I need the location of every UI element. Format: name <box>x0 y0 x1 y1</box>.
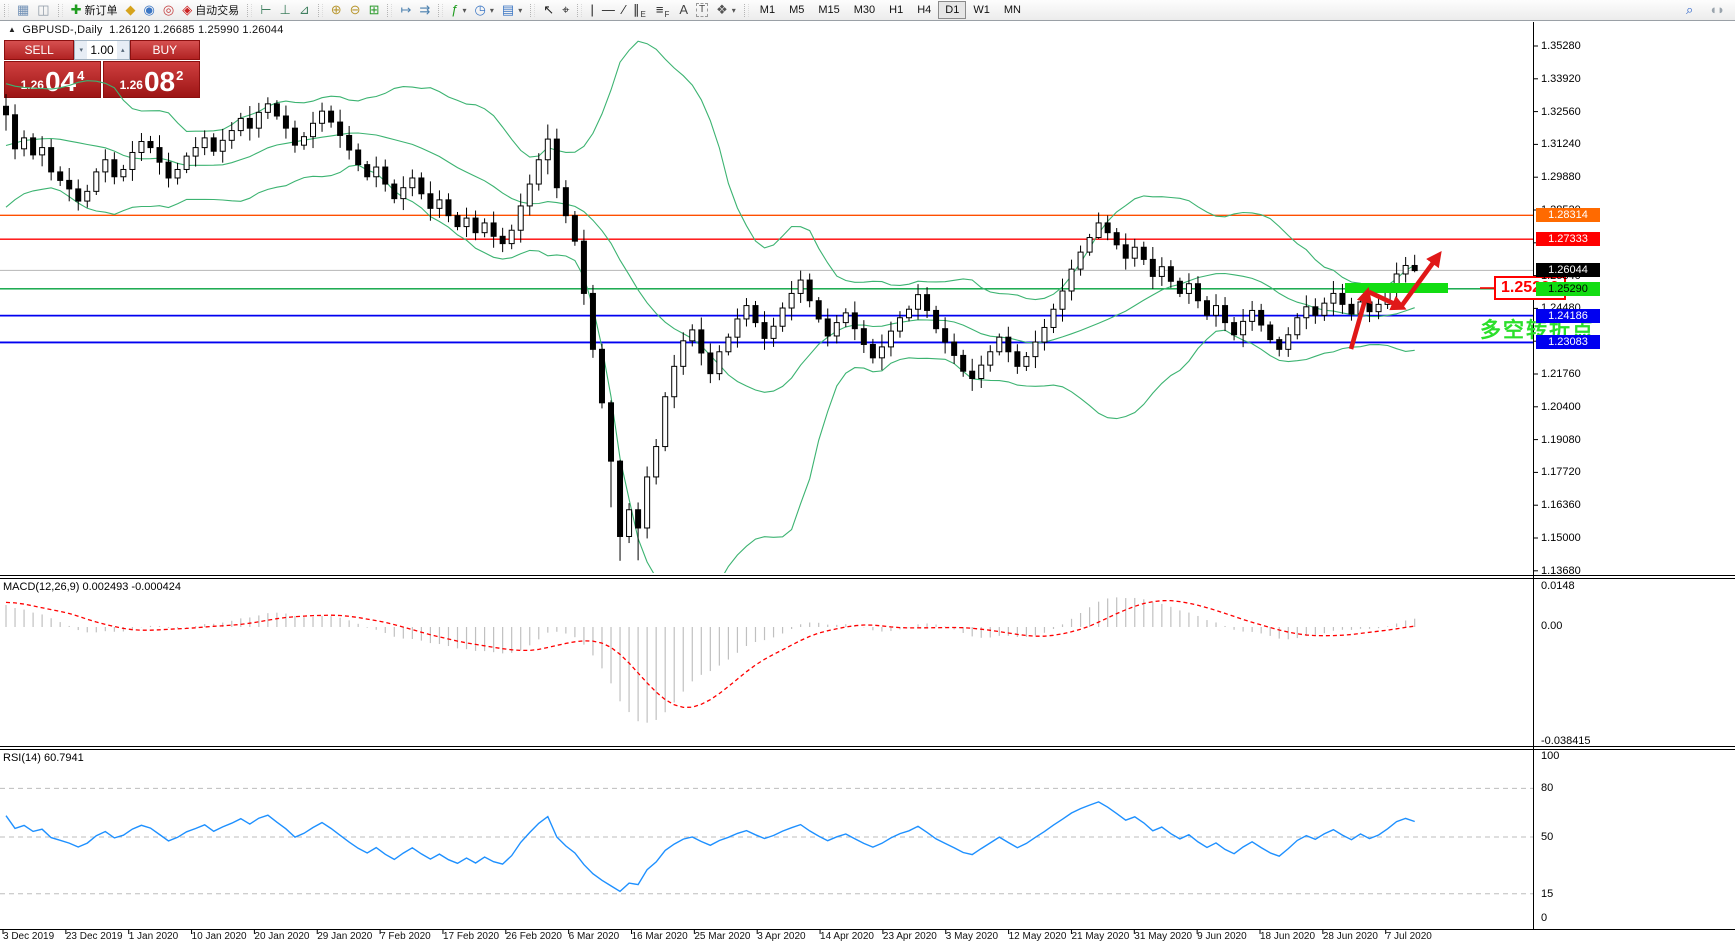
date-label: 12 May 2020 <box>1009 931 1067 942</box>
chart-plot[interactable] <box>0 0 1735 943</box>
price-tick: 1.20400 <box>1541 401 1581 413</box>
date-label: 18 Jun 2020 <box>1260 931 1315 942</box>
price-tick: 1.21760 <box>1541 368 1581 380</box>
price-tick: 1.17720 <box>1541 466 1581 478</box>
date-label: 14 Apr 2020 <box>820 931 874 942</box>
date-label: 9 Jun 2020 <box>1197 931 1247 942</box>
rsi-label: RSI(14) 60.7941 <box>3 752 84 764</box>
price-tick: 1.29880 <box>1541 171 1581 183</box>
rsi-tick: 100 <box>1541 750 1559 762</box>
date-label: 26 Feb 2020 <box>506 931 562 942</box>
date-label: 3 May 2020 <box>946 931 998 942</box>
date-label: 7 Jul 2020 <box>1386 931 1432 942</box>
date-label: 31 May 2020 <box>1134 931 1192 942</box>
macd-tick: -0.038415 <box>1541 735 1591 747</box>
price-badge: 1.26044 <box>1536 263 1600 277</box>
price-badge: 1.23083 <box>1536 335 1600 349</box>
price-badge: 1.24186 <box>1536 309 1600 323</box>
date-label: 16 Mar 2020 <box>632 931 688 942</box>
date-label: 10 Jan 2020 <box>192 931 247 942</box>
date-label: 3 Dec 2019 <box>3 931 54 942</box>
date-label: 23 Apr 2020 <box>883 931 937 942</box>
rsi-tick: 15 <box>1541 888 1553 900</box>
date-label: 6 Mar 2020 <box>569 931 620 942</box>
date-label: 21 May 2020 <box>1071 931 1129 942</box>
price-badge: 1.27333 <box>1536 232 1600 246</box>
price-tick: 1.19080 <box>1541 434 1581 446</box>
date-label: 1 Jan 2020 <box>129 931 179 942</box>
rsi-tick: 0 <box>1541 912 1547 924</box>
price-tick: 1.13680 <box>1541 565 1581 577</box>
price-tick: 1.16360 <box>1541 499 1581 511</box>
date-label: 25 Mar 2020 <box>694 931 750 942</box>
date-label: 23 Dec 2019 <box>66 931 123 942</box>
price-tick: 1.32560 <box>1541 106 1581 118</box>
rsi-tick: 50 <box>1541 831 1553 843</box>
price-badge: 1.25290 <box>1536 282 1600 296</box>
price-tick: 1.15000 <box>1541 532 1581 544</box>
price-badge: 1.28314 <box>1536 208 1600 222</box>
price-tick: 1.33920 <box>1541 73 1581 85</box>
date-label: 28 Jun 2020 <box>1323 931 1378 942</box>
macd-tick: 0.0148 <box>1541 580 1575 592</box>
price-tick: 1.31240 <box>1541 138 1581 150</box>
date-label: 29 Jan 2020 <box>317 931 372 942</box>
date-label: 20 Jan 2020 <box>254 931 309 942</box>
date-label: 17 Feb 2020 <box>443 931 499 942</box>
macd-tick: 0.00 <box>1541 620 1562 632</box>
price-tick: 1.35280 <box>1541 40 1581 52</box>
date-label: 7 Feb 2020 <box>380 931 431 942</box>
rsi-tick: 80 <box>1541 782 1553 794</box>
date-label: 3 Apr 2020 <box>757 931 805 942</box>
macd-label: MACD(12,26,9) 0.002493 -0.000424 <box>3 581 181 593</box>
